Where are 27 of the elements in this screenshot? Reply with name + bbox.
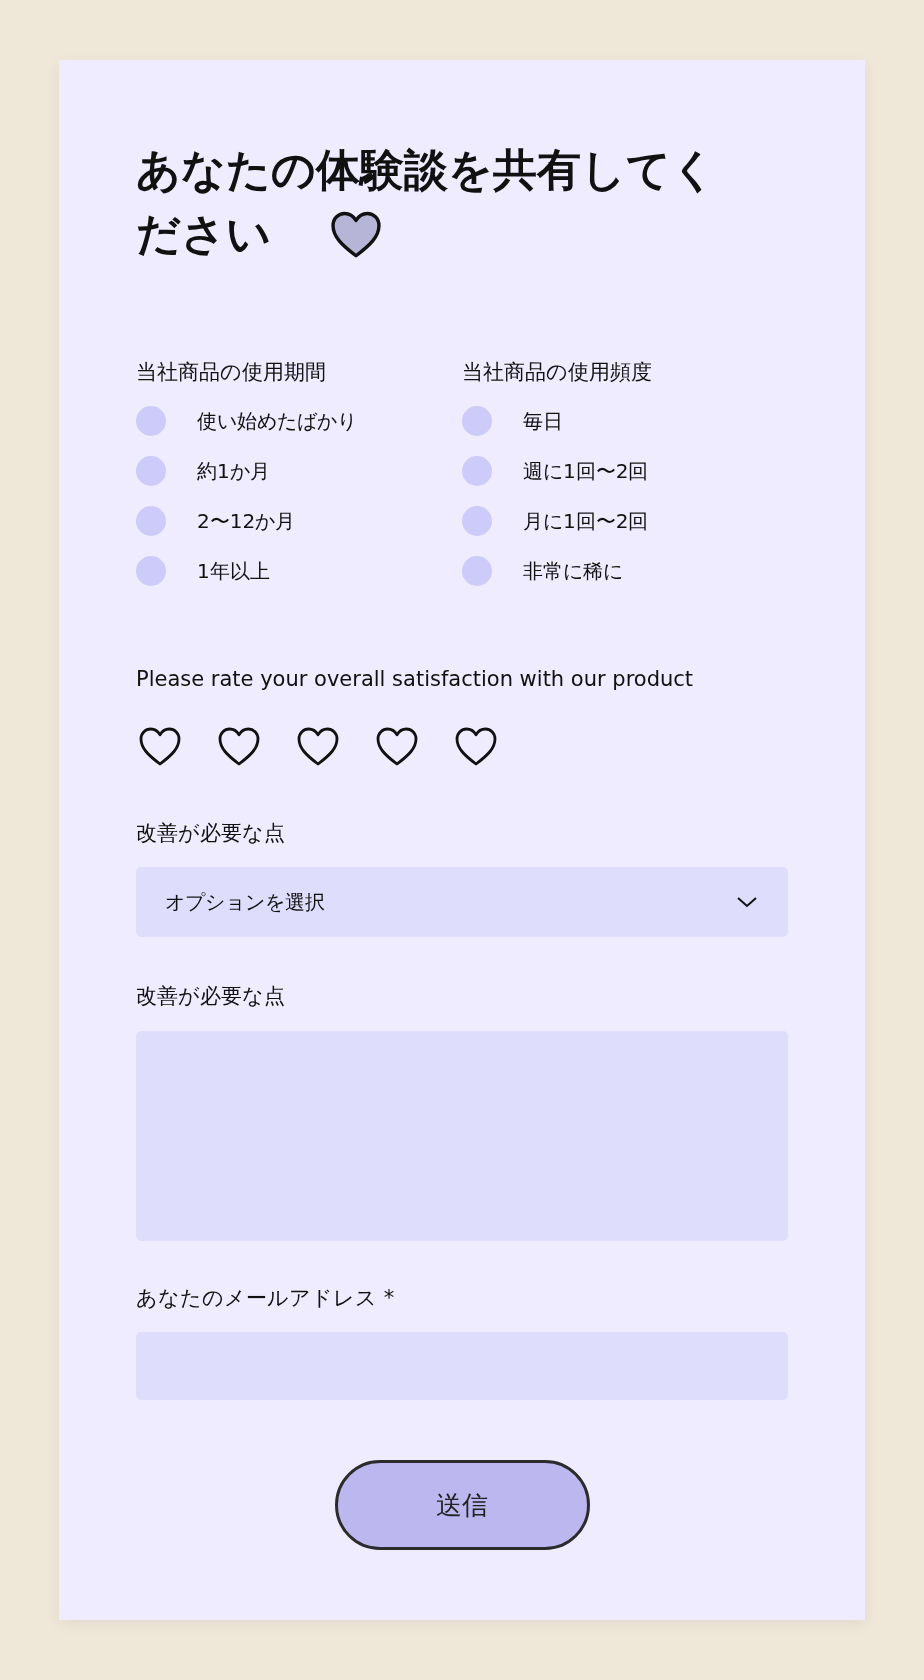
radio-button[interactable] [462, 506, 492, 536]
radio-label: 約1か月 [197, 458, 270, 485]
radio-button[interactable] [136, 456, 166, 486]
form-title-line: ださい [136, 207, 271, 261]
radio-button[interactable] [136, 406, 166, 436]
radio-label: 月に1回〜2回 [523, 508, 649, 535]
radio-label: 1年以上 [197, 558, 270, 585]
radio-label: 週に1回〜2回 [523, 458, 649, 485]
select-field[interactable]: オプションを選択 [136, 867, 788, 937]
radio-button[interactable] [136, 506, 166, 536]
field-label: 改善が必要な点 [136, 983, 286, 1010]
radio-button[interactable] [462, 456, 492, 486]
group-label: 当社商品の使用頻度 [462, 359, 653, 386]
radio-label: 使い始めたばかり [197, 408, 357, 435]
radio-label: 2〜12か月 [197, 508, 296, 535]
radio-label: 毎日 [523, 408, 563, 435]
field-label: あなたのメールアドレス * [136, 1284, 396, 1312]
chevron-down-icon [736, 895, 758, 909]
radio-button[interactable] [462, 406, 492, 436]
radio-button[interactable] [462, 556, 492, 586]
submit-button[interactable]: 送信 [334, 1460, 590, 1550]
form-title-line: あなたの体験談を共有してく [136, 143, 716, 197]
rating-label: Please rate your overall satisfaction with our product [136, 666, 695, 693]
field-label: 改善が必要な点 [136, 819, 286, 847]
group-label: 当社商品の使用期間 [136, 359, 327, 386]
radio-button[interactable] [136, 556, 166, 586]
radio-label: 非常に稀に [523, 558, 623, 585]
